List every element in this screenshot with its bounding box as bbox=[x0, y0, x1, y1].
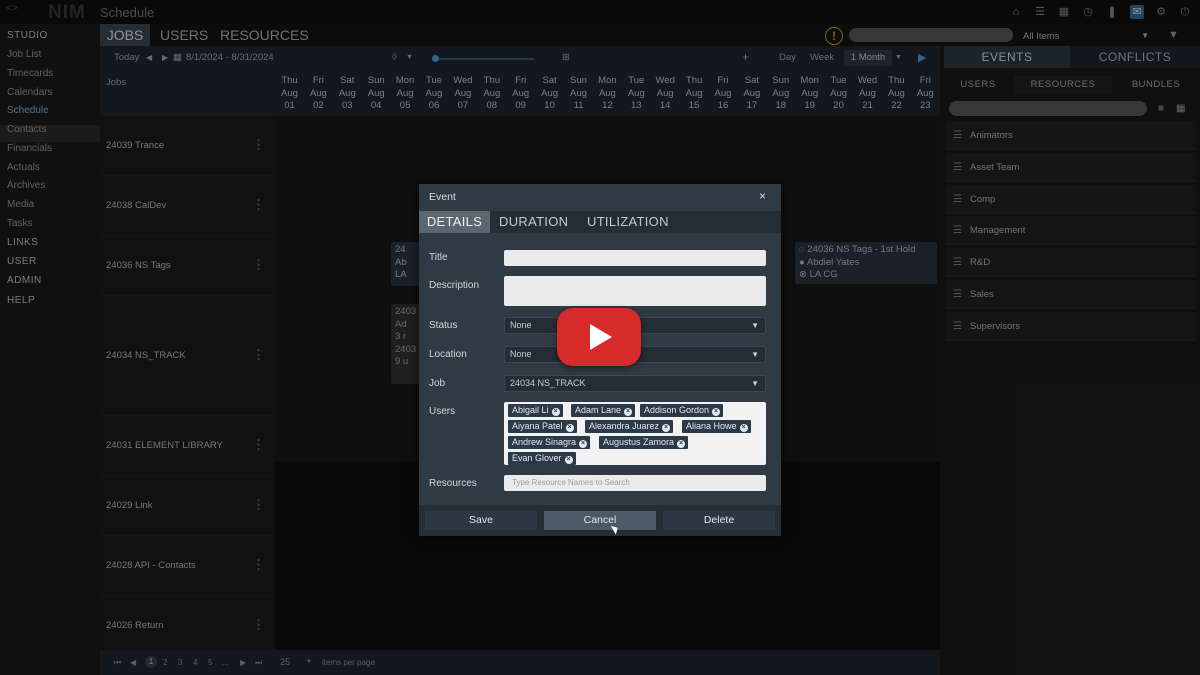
user-tag-name: Alexandra Juarez bbox=[589, 421, 660, 431]
tab-utilization[interactable]: UTILIZATION bbox=[587, 211, 669, 233]
user-tag-name: Aliana Howe bbox=[686, 421, 737, 431]
remove-tag-icon[interactable]: × bbox=[551, 408, 560, 416]
user-tag: Andrew Sinagra × bbox=[508, 436, 591, 449]
user-tag: Alexandra Juarez × bbox=[585, 420, 674, 433]
remove-tag-icon[interactable]: × bbox=[564, 456, 573, 464]
description-input[interactable] bbox=[504, 276, 766, 306]
dialog-title: Event bbox=[429, 191, 456, 203]
delete-button[interactable]: Delete bbox=[663, 511, 775, 530]
chevron-down-icon: ▼ bbox=[751, 350, 759, 359]
user-tag-name: Adam Lane bbox=[575, 405, 622, 415]
job-value: 24034 NS_TRACK bbox=[510, 378, 586, 388]
user-tag: Abigail Li × bbox=[508, 404, 563, 417]
user-tag-name: Aiyana Patel bbox=[512, 421, 563, 431]
save-button[interactable]: Save bbox=[425, 511, 537, 530]
user-tag: Aliana Howe × bbox=[682, 420, 751, 433]
user-tag-name: Abigail Li bbox=[512, 405, 549, 415]
chevron-down-icon: ▼ bbox=[751, 321, 759, 330]
tab-duration[interactable]: DURATION bbox=[499, 211, 568, 233]
status-value: None bbox=[510, 320, 532, 330]
resources-input[interactable]: Type Resource Names to Search bbox=[504, 475, 766, 491]
remove-tag-icon[interactable]: × bbox=[662, 424, 671, 432]
remove-tag-icon[interactable]: × bbox=[624, 408, 633, 416]
dialog-tabs: DETAILS DURATION UTILIZATION bbox=[419, 211, 781, 233]
user-tag-name: Evan Glover bbox=[512, 453, 562, 463]
users-tag-input[interactable]: Abigail Li × Adam Lane × Addison Gordon × Aiya… bbox=[504, 402, 766, 465]
user-tag-name: Addison Gordon bbox=[644, 405, 710, 415]
close-icon[interactable]: × bbox=[759, 189, 766, 203]
tab-details[interactable]: DETAILS bbox=[419, 211, 490, 233]
user-tag: Addison Gordon × bbox=[640, 404, 724, 417]
job-label: Job bbox=[429, 378, 446, 389]
title-label: Title bbox=[429, 252, 448, 263]
resources-label: Resources bbox=[429, 478, 477, 489]
user-tag: Evan Glover × bbox=[508, 452, 576, 465]
remove-tag-icon[interactable]: × bbox=[739, 424, 748, 432]
chevron-down-icon: ▼ bbox=[751, 379, 759, 388]
remove-tag-icon[interactable]: × bbox=[579, 440, 588, 448]
users-label: Users bbox=[429, 406, 456, 417]
job-select[interactable]: 24034 NS_TRACK ▼ bbox=[504, 375, 766, 392]
user-tag: Adam Lane × bbox=[571, 404, 636, 417]
remove-tag-icon[interactable]: × bbox=[677, 440, 686, 448]
title-input[interactable] bbox=[504, 250, 766, 266]
user-tag-name: Andrew Sinagra bbox=[512, 437, 577, 447]
location-label: Location bbox=[429, 349, 467, 360]
cancel-button[interactable]: Cancel bbox=[544, 511, 656, 530]
status-label: Status bbox=[429, 320, 458, 331]
remove-tag-icon[interactable]: × bbox=[712, 408, 721, 416]
user-tag: Augustus Zamora × bbox=[599, 436, 689, 449]
user-tag: Aiyana Patel × bbox=[508, 420, 577, 433]
play-icon bbox=[590, 324, 612, 350]
description-label: Description bbox=[429, 280, 480, 291]
user-tag-name: Augustus Zamora bbox=[603, 437, 675, 447]
location-value: None bbox=[510, 349, 532, 359]
remove-tag-icon[interactable]: × bbox=[565, 424, 574, 432]
dialog-footer: Save Cancel Delete bbox=[419, 505, 781, 536]
